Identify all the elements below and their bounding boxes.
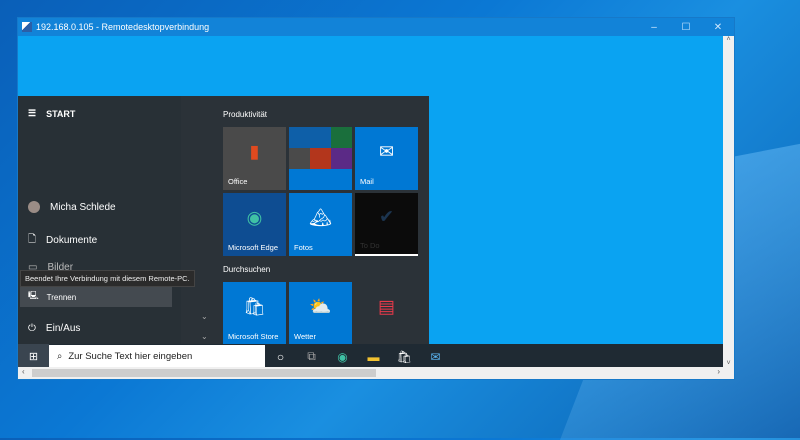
windows-start-button[interactable]: ⊞ (18, 344, 49, 367)
document-icon: 🗋 (28, 234, 37, 245)
minimize-button[interactable]: – (638, 22, 670, 33)
remote-screen[interactable]: ☰ START Micha Schlede 🗋 Dokumente ▭ Bilder … (18, 36, 723, 367)
maximize-button[interactable]: ☐ (670, 22, 702, 33)
group-title: Durchsuchen (223, 265, 271, 274)
disconnect-label: Trennen (46, 292, 77, 302)
user-item[interactable]: Micha Schlede (28, 201, 116, 213)
task-view-icon[interactable]: ⧉ (296, 349, 327, 364)
tile-label: To Do (360, 241, 380, 250)
mail-icon[interactable]: ✉ (420, 350, 451, 364)
power-item[interactable]: ⏻ Ein/Aus (28, 323, 80, 334)
documents-label: Dokumente (46, 235, 98, 246)
tile-office-apps[interactable] (289, 127, 352, 190)
start-menu: ☰ START Micha Schlede 🗋 Dokumente ▭ Bilder … (18, 96, 429, 345)
horizontal-scrollbar[interactable]: ‹ › (18, 367, 734, 379)
tile-label: Microsoft Store (228, 332, 279, 341)
search-placeholder: Zur Suche Text hier eingeben (68, 351, 193, 362)
office-icon: ▮ (249, 141, 260, 162)
chevron-down-icon[interactable]: ⌄ (201, 332, 208, 341)
start-header: START (46, 108, 76, 119)
mail-icon: ✉ (378, 141, 395, 162)
edge-icon[interactable]: ◉ (327, 350, 358, 364)
tile-news[interactable]: ▤ (355, 282, 418, 345)
scroll-thumb[interactable] (32, 369, 376, 377)
edge-icon: ◉ (246, 207, 263, 228)
user-name: Micha Schlede (50, 201, 116, 213)
tile-edge[interactable]: ◉ Microsoft Edge (223, 193, 286, 256)
tile-label: Office (228, 177, 248, 186)
tooltip: Beendet Ihre Verbindung mit diesem Remot… (20, 270, 195, 287)
search-input[interactable]: ⌕ Zur Suche Text hier eingeben (49, 345, 265, 367)
title-bar: 192.168.0.105 - Remotedesktopverbindung … (18, 18, 734, 36)
hamburger-icon[interactable]: ☰ (28, 108, 36, 119)
search-icon: ⌕ (57, 351, 63, 362)
vertical-scrollbar[interactable]: ˄ ˅ (723, 36, 734, 367)
checkmark-icon: ✔ (378, 206, 395, 227)
power-label: Ein/Aus (45, 323, 81, 334)
tile-todo[interactable]: ✔ To Do (355, 193, 418, 256)
remote-desktop-window: 192.168.0.105 - Remotedesktopverbindung … (17, 17, 735, 380)
tile-store[interactable]: 🛍 Microsoft Store (223, 282, 286, 345)
documents-item[interactable]: 🗋 Dokumente (28, 232, 97, 249)
tile-label: Mail (360, 177, 374, 186)
cortana-icon[interactable]: ○ (265, 350, 296, 364)
tile-weather[interactable]: ⛅ Wetter (289, 282, 352, 345)
rdp-icon (22, 22, 32, 32)
taskbar: ⊞ ⌕ Zur Suche Text hier eingeben ○ ⧉ ◉ ▬ … (18, 344, 723, 367)
chevron-down-icon[interactable]: ⌄ (201, 312, 208, 321)
close-button[interactable]: ✕ (702, 22, 734, 33)
tile-mail[interactable]: ✉ Mail (355, 127, 418, 190)
power-icon: ⏻ (28, 323, 36, 334)
monitor-icon: 🖳 (28, 291, 39, 300)
window-title: 192.168.0.105 - Remotedesktopverbindung (36, 22, 210, 32)
store-icon: 🛍 (243, 296, 266, 317)
tile-label: Wetter (294, 332, 316, 341)
tile-office[interactable]: ▮ Office (223, 127, 286, 190)
photos-icon: 🏔 (309, 207, 332, 228)
tile-label: Microsoft Edge (228, 243, 279, 252)
news-icon: ▤ (377, 296, 396, 317)
store-icon[interactable]: 🛍 (389, 350, 420, 364)
file-explorer-icon[interactable]: ▬ (358, 350, 389, 364)
disconnect-button[interactable]: 🖳 Trennen (20, 287, 172, 307)
weather-icon: ⛅ (309, 296, 332, 317)
group-title: Produktivität (223, 110, 268, 119)
tile-photos[interactable]: 🏔 Fotos (289, 193, 352, 256)
avatar (28, 201, 40, 213)
tile-label: Fotos (294, 243, 313, 252)
